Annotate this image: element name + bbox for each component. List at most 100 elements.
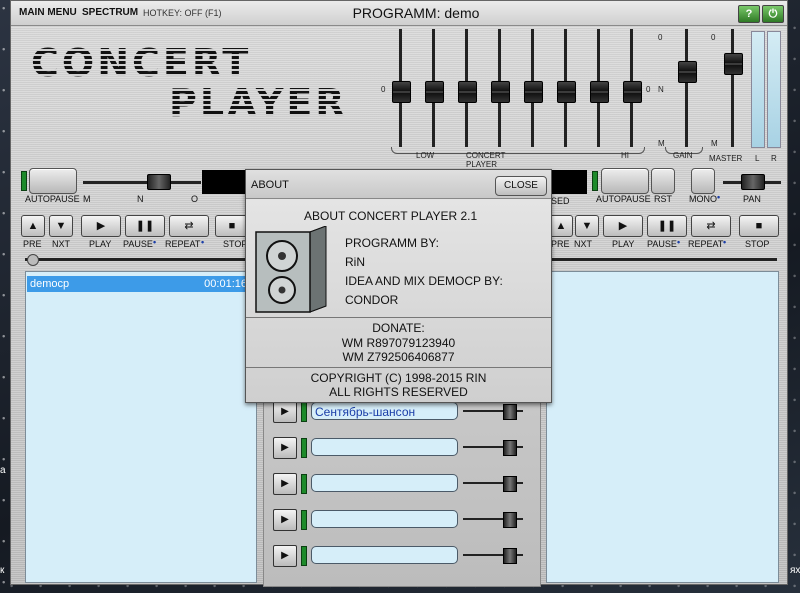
left-prev-button[interactable]: ▲ — [21, 215, 45, 237]
about-title-bar: ABOUT CLOSE — [246, 170, 551, 199]
left-stop-button[interactable]: ■ — [215, 215, 249, 237]
divider — [246, 317, 551, 318]
copyright-text: COPYRIGHT (C) 1998-2015 RIN — [310, 371, 487, 385]
eq-fader-8[interactable] — [620, 29, 644, 147]
slot-volume-slider[interactable] — [463, 476, 523, 492]
master-scale: 0 — [711, 33, 716, 42]
right-stop-button[interactable]: ■ — [739, 215, 779, 237]
master-fader[interactable] — [721, 29, 745, 147]
slot-play-button[interactable]: ▶ — [273, 509, 297, 531]
slot-volume-slider[interactable] — [463, 548, 523, 564]
mix-label-o: O — [191, 194, 199, 204]
mono-indicator-dot: • — [717, 192, 721, 202]
right-autopause-button[interactable] — [601, 168, 649, 194]
right-nxt-label: NXT — [574, 239, 592, 249]
slot-volume-slider[interactable] — [463, 512, 523, 528]
left-stop-label: STOP — [223, 239, 248, 249]
playlist-row[interactable]: democp 00:01:16 — [27, 276, 255, 292]
eq-scale-label: 0 — [381, 85, 386, 94]
desktop-fragment: ях — [790, 565, 800, 576]
gain-fader[interactable] — [675, 29, 699, 147]
idea-by-label: IDEA AND MIX DEMOCP BY: — [345, 274, 503, 288]
mix-label-m: M — [83, 194, 91, 204]
right-seek-bar[interactable] — [549, 258, 777, 261]
pan-label: PAN — [743, 194, 761, 204]
right-sed-label: SED — [551, 196, 570, 206]
autopause-label: AUTOPAUSE — [25, 194, 80, 204]
slot-led — [301, 438, 307, 458]
eq-fader-5[interactable] — [521, 29, 545, 147]
right-pause-dot: • — [677, 237, 681, 247]
left-mix-slider[interactable] — [83, 181, 201, 184]
right-autopause-label: AUTOPAUSE — [596, 194, 651, 204]
idea-author-name: CONDOR — [345, 293, 399, 307]
about-title: ABOUT — [251, 179, 289, 191]
slot-volume-slider[interactable] — [463, 404, 523, 420]
pause-indicator-dot: • — [153, 237, 157, 247]
logo-concert: CONCERT — [31, 41, 252, 85]
slot-play-button[interactable]: ▶ — [273, 473, 297, 495]
right-next-button[interactable]: ▼ — [575, 215, 599, 237]
power-button[interactable]: ⏻ — [762, 5, 784, 23]
hotkey-status[interactable]: HOTKEY: OFF (F1) — [143, 8, 222, 18]
slot-volume-slider[interactable] — [463, 440, 523, 456]
right-play-button[interactable]: ▶ — [603, 215, 643, 237]
vu-left-label: L — [755, 154, 760, 163]
spectrum-menu[interactable]: SPECTRUM — [82, 7, 138, 18]
pan-knob[interactable] — [741, 174, 765, 190]
left-time-display — [202, 170, 250, 194]
wallet-r: WM R897079123940 — [341, 336, 456, 350]
close-button[interactable]: CLOSE — [495, 176, 547, 196]
right-autopause-led — [592, 171, 598, 191]
rights-text: ALL RIGHTS RESERVED — [329, 385, 468, 399]
slot-name-field[interactable] — [311, 474, 458, 492]
slot-name-field[interactable] — [311, 546, 458, 564]
left-mix-knob[interactable] — [147, 174, 171, 190]
track-duration: 00:01:16 — [204, 278, 247, 290]
autopause-button[interactable] — [29, 168, 77, 194]
right-repeat-label: REPEAT — [688, 239, 724, 249]
vu-right-label: R — [771, 154, 777, 163]
slot-play-button[interactable]: ▶ — [273, 437, 297, 459]
right-repeat-dot: • — [723, 237, 727, 247]
left-playlist[interactable]: democp 00:01:16 — [25, 271, 257, 583]
track-name: democp — [30, 278, 70, 290]
rst-button[interactable] — [651, 168, 675, 194]
rst-label: RST — [654, 194, 672, 204]
master-label: MASTER — [709, 154, 743, 163]
eq-fader-4[interactable] — [488, 29, 512, 147]
mono-button[interactable] — [691, 168, 715, 194]
right-playlist[interactable] — [546, 271, 779, 583]
eq-fader-7[interactable] — [587, 29, 611, 147]
slot-play-button[interactable]: ▶ — [273, 545, 297, 567]
gain-scale: M — [658, 139, 665, 148]
eq-fader-6[interactable] — [554, 29, 578, 147]
slot-play-button[interactable]: ▶ — [273, 401, 297, 423]
right-repeat-button[interactable]: ⇄ — [691, 215, 731, 237]
left-next-button[interactable]: ▼ — [49, 215, 73, 237]
left-play-button[interactable]: ▶ — [81, 215, 121, 237]
eq-fader-3[interactable] — [455, 29, 479, 147]
repeat-indicator-dot: • — [201, 237, 205, 247]
left-repeat-button[interactable]: ⇄ — [169, 215, 209, 237]
slot-name-field[interactable] — [311, 510, 458, 528]
title-bar: MAIN MENU SPECTRUM HOTKEY: OFF (F1) PROG… — [11, 1, 787, 26]
slot-name-field[interactable] — [311, 438, 458, 456]
divider — [246, 367, 551, 368]
about-heading: ABOUT CONCERT PLAYER 2.1 — [304, 209, 478, 223]
eq-hi-label: HI — [621, 151, 629, 160]
left-pause-label: PAUSE — [123, 239, 153, 249]
left-seek-knob[interactable] — [27, 254, 39, 266]
main-menu[interactable]: MAIN MENU — [19, 7, 77, 18]
donate-label: DONATE: — [372, 321, 425, 335]
help-button[interactable]: ? — [738, 5, 760, 23]
mix-label-n: N — [137, 194, 144, 204]
eq-fader-1[interactable] — [389, 29, 413, 147]
right-pause-button[interactable]: ❚❚ — [647, 215, 687, 237]
left-pause-button[interactable]: ❚❚ — [125, 215, 165, 237]
left-seek-bar[interactable] — [25, 258, 255, 261]
right-prev-button[interactable]: ▲ — [549, 215, 573, 237]
eq-scale-label: 0 — [646, 85, 651, 94]
eq-fader-2[interactable] — [422, 29, 446, 147]
slot-name-field[interactable]: Сентябрь-шансон — [311, 402, 458, 420]
